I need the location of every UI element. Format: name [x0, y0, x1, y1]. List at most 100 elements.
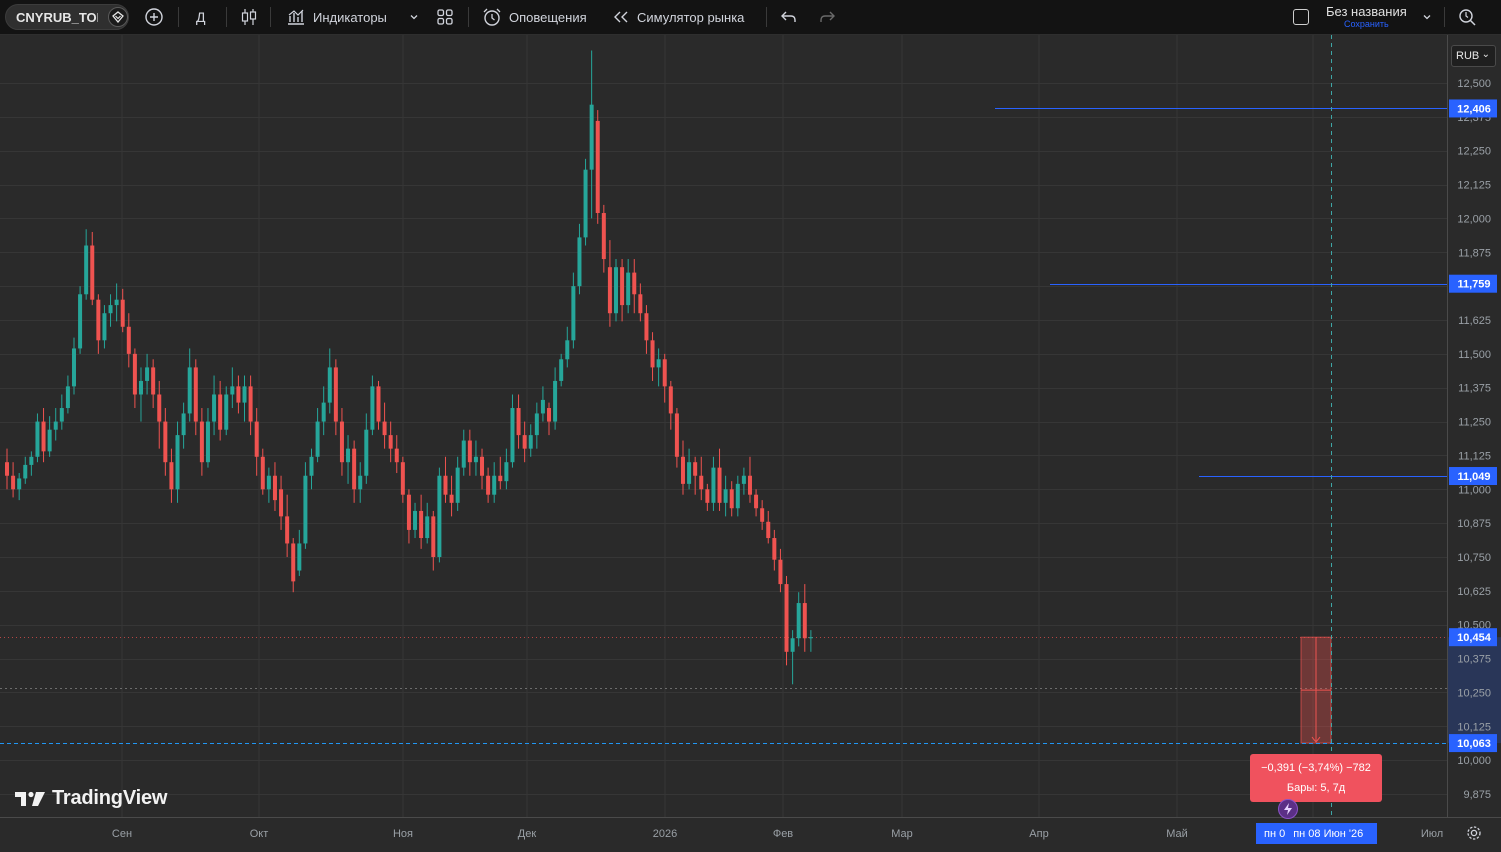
templates-grid-icon[interactable] — [436, 0, 454, 34]
time-tick-label: Окт — [250, 828, 269, 840]
price-label[interactable]: 11,759 — [1449, 274, 1497, 293]
layout-checkbox-icon[interactable] — [1293, 9, 1309, 25]
candle — [285, 494, 290, 557]
measure-change: −0,391 (−3,74%) −782 — [1261, 762, 1371, 774]
indicators-button[interactable]: Индикаторы — [286, 0, 387, 34]
candle-body — [309, 456, 314, 476]
candle-body — [461, 440, 466, 468]
candle-body — [467, 440, 472, 463]
price-label[interactable]: 12,406 — [1449, 99, 1497, 118]
candle-body — [376, 386, 381, 422]
candle-body — [455, 467, 460, 503]
layout-save-link[interactable]: Сохранить — [1344, 19, 1389, 29]
interval-button[interactable]: Д — [196, 0, 205, 34]
candle-body — [382, 421, 387, 436]
candle — [607, 240, 612, 327]
currency-label: RUB — [1456, 50, 1480, 62]
price-tick-label: 10,875 — [1457, 518, 1491, 530]
candle-body — [157, 394, 162, 422]
candle — [638, 283, 643, 322]
candle-body — [729, 489, 734, 509]
candle-body — [601, 213, 606, 260]
candle — [187, 348, 192, 422]
candle-body — [388, 435, 393, 449]
price-range-measure[interactable] — [1300, 636, 1332, 744]
candle-body — [808, 637, 813, 639]
currency-selector[interactable]: RUB ⌄ — [1451, 45, 1496, 67]
candle-body — [766, 521, 771, 539]
plus-circle-icon[interactable] — [144, 0, 164, 34]
candle-body — [492, 475, 497, 495]
price-label[interactable]: 10,063 — [1449, 734, 1497, 753]
gear-icon[interactable] — [1464, 823, 1484, 843]
replay-button[interactable]: Симулятор рынка — [612, 0, 744, 34]
candle-body — [181, 413, 186, 436]
price-label[interactable]: 10,454 — [1449, 628, 1497, 647]
candle — [400, 456, 405, 503]
candle-body — [175, 435, 180, 490]
candle-body — [583, 169, 588, 238]
price-axis[interactable]: 12,50012,37512,25012,12512,00011,87511,7… — [1447, 35, 1501, 825]
candle-body — [352, 448, 357, 490]
candle — [723, 475, 728, 517]
horizontal-rays[interactable] — [0, 108, 1447, 689]
candle-body — [218, 394, 223, 430]
candle — [151, 359, 156, 409]
candle-body — [102, 313, 107, 341]
undo-icon[interactable] — [780, 0, 798, 34]
chart-area[interactable]: 12,50012,37512,25012,12512,00011,87511,7… — [0, 35, 1501, 852]
candles-icon[interactable] — [240, 0, 258, 34]
candle-body — [443, 475, 448, 495]
candle-body — [187, 367, 192, 414]
price-label-text: 10,454 — [1457, 632, 1492, 644]
candle — [425, 502, 430, 544]
candle-body — [11, 475, 16, 490]
candle-body — [528, 435, 533, 449]
search-icon[interactable] — [1457, 0, 1477, 34]
candle-body — [400, 462, 405, 495]
price-tick-label: 10,000 — [1457, 755, 1491, 767]
candle — [741, 467, 746, 495]
candle-body — [431, 516, 436, 557]
candle — [674, 408, 679, 468]
redo-icon[interactable] — [818, 0, 836, 34]
candle — [486, 467, 491, 503]
candle — [620, 259, 625, 322]
candle — [388, 421, 393, 463]
candle-body — [656, 359, 661, 368]
chart-canvas[interactable]: 12,50012,37512,25012,12512,00011,87511,7… — [0, 35, 1501, 852]
candle — [254, 408, 259, 476]
candle — [5, 448, 9, 490]
symbol-badge-icon[interactable] — [108, 7, 128, 27]
candle — [132, 348, 137, 409]
symbol-search-button[interactable]: CNYRUB_TOM — [5, 4, 129, 30]
chevron-down-icon[interactable] — [1421, 0, 1433, 34]
price-tick-label: 12,125 — [1457, 180, 1491, 192]
candle — [11, 462, 16, 498]
candle — [766, 510, 771, 544]
candle-body — [802, 603, 807, 639]
tradingview-logo-icon — [15, 791, 45, 806]
alerts-button[interactable]: Оповещения — [481, 0, 587, 34]
candle — [492, 462, 497, 503]
candle — [358, 462, 363, 503]
candle — [309, 448, 314, 490]
price-label[interactable]: 11,049 — [1449, 467, 1497, 486]
replay-label: Симулятор рынка — [637, 9, 745, 25]
candle-body — [565, 340, 570, 360]
price-tick-label: 11,375 — [1458, 383, 1491, 395]
candle-body — [419, 510, 424, 539]
time-tick-label: Фев — [773, 828, 793, 840]
candle — [266, 467, 271, 503]
candle — [59, 394, 64, 430]
time-tick-label: Дек — [518, 828, 537, 840]
candle — [84, 229, 89, 300]
candle — [431, 510, 436, 571]
layout-name[interactable]: Без названия — [1326, 4, 1407, 19]
candle-body — [291, 543, 296, 582]
candle — [71, 337, 76, 395]
lightning-icon[interactable] — [1278, 799, 1298, 819]
candle — [248, 375, 253, 436]
chevron-down-icon[interactable] — [408, 0, 420, 34]
candle-body — [498, 475, 503, 482]
